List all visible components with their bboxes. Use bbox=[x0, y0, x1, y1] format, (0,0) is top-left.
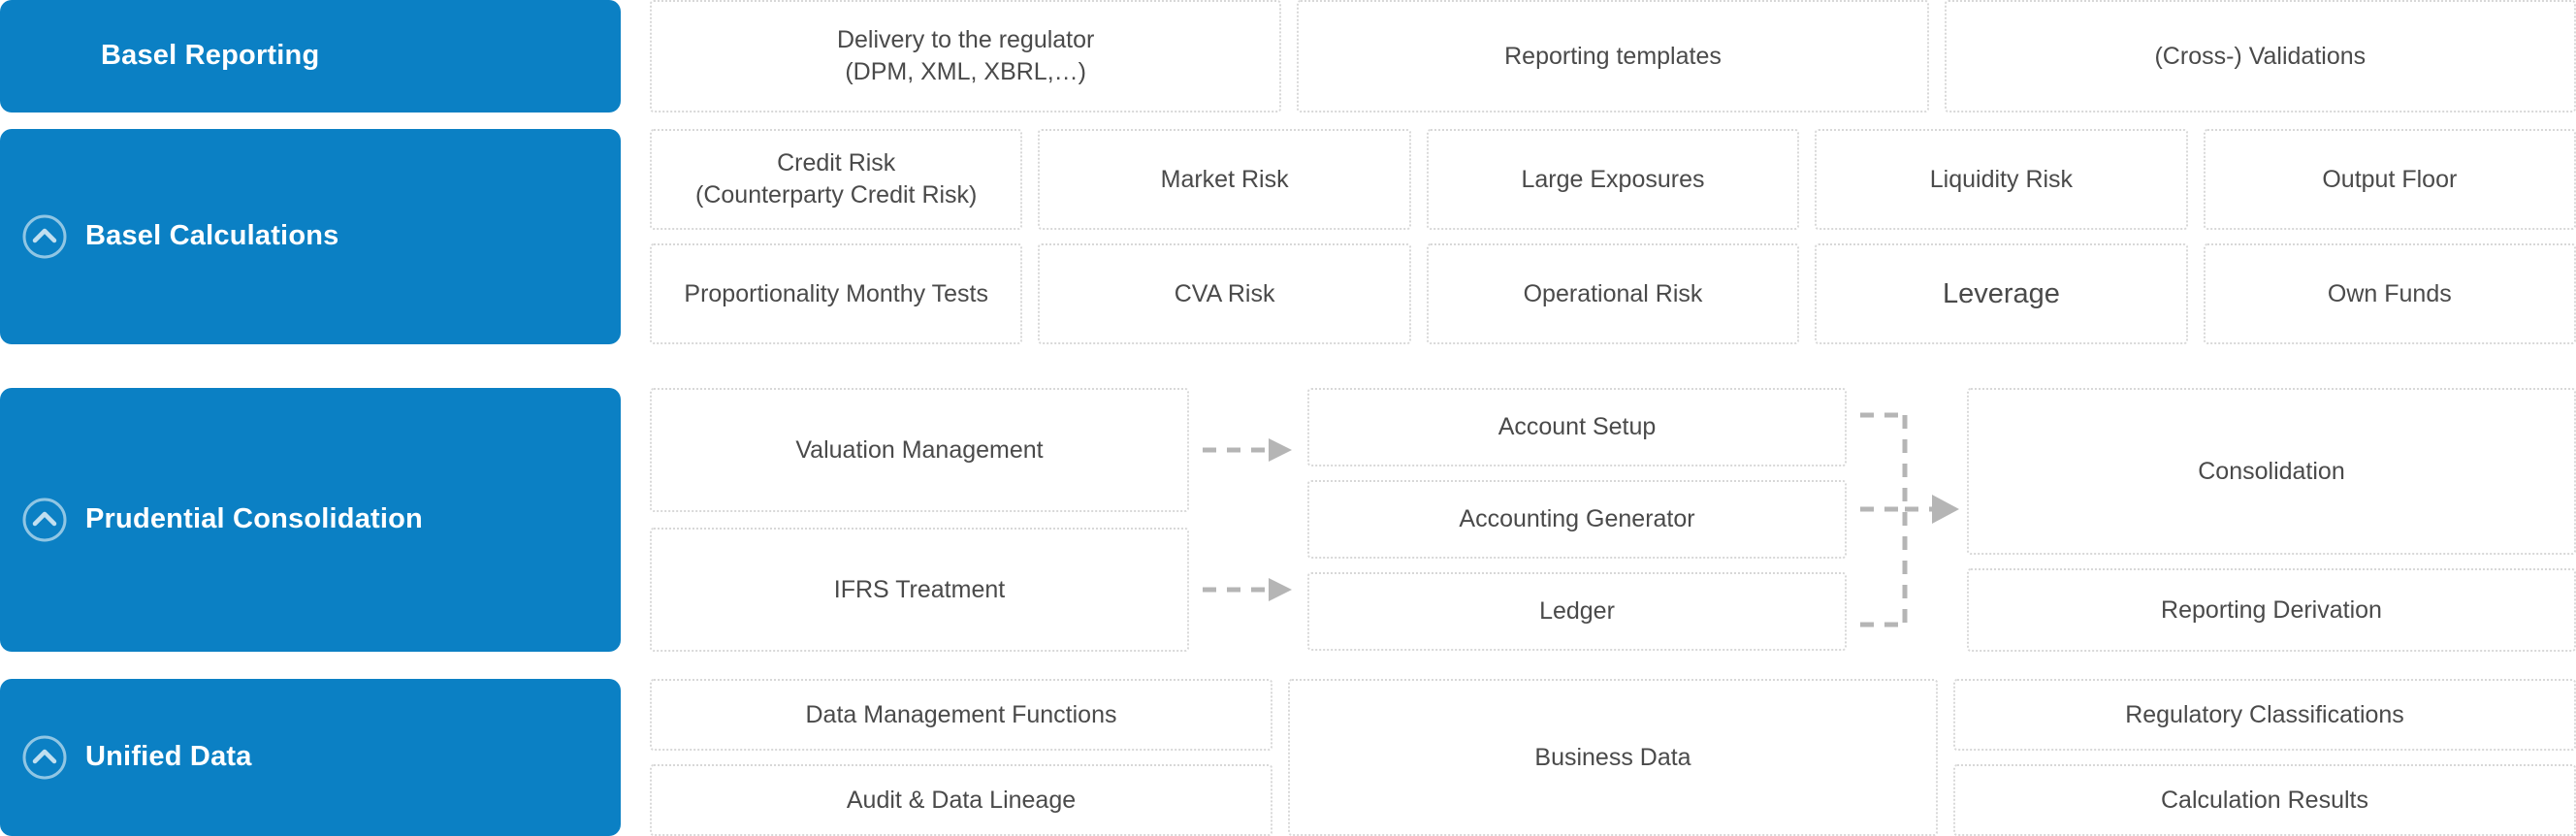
box-label: Account Setup bbox=[1498, 411, 1657, 443]
box-accounting-generator[interactable]: Accounting Generator bbox=[1307, 480, 1847, 559]
row4-content: Data Management Functions Audit & Data L… bbox=[650, 679, 2576, 836]
category-panel-unified-data[interactable]: Unified Data bbox=[0, 679, 621, 836]
box-label: Regulatory Classifications bbox=[2125, 699, 2404, 731]
box-output-floor[interactable]: Output Floor bbox=[2204, 129, 2576, 230]
prudential-group-outputs: Consolidation Reporting Derivation bbox=[1967, 388, 2576, 652]
box-label: Accounting Generator bbox=[1459, 503, 1694, 535]
box-label: Credit Risk (Counterparty Credit Risk) bbox=[695, 147, 977, 211]
box-label: Proportionality Monthy Tests bbox=[684, 278, 988, 310]
box-large-exposures[interactable]: Large Exposures bbox=[1427, 129, 1799, 230]
box-label: Ledger bbox=[1539, 595, 1615, 627]
box-account-setup[interactable]: Account Setup bbox=[1307, 388, 1847, 466]
box-ifrs-treatment[interactable]: IFRS Treatment bbox=[650, 528, 1189, 652]
box-leverage[interactable]: Leverage bbox=[1815, 243, 2187, 344]
box-liquidity-risk[interactable]: Liquidity Risk bbox=[1815, 129, 2187, 230]
box-label: Operational Risk bbox=[1524, 278, 1703, 310]
connector-accounting-to-consolidation bbox=[1847, 388, 1967, 652]
unified-left-column: Data Management Functions Audit & Data L… bbox=[650, 679, 1272, 836]
box-label: Liquidity Risk bbox=[1930, 164, 2073, 196]
row-unified-data: Unified Data Data Management Functions A… bbox=[0, 679, 2576, 836]
box-credit-risk[interactable]: Credit Risk (Counterparty Credit Risk) bbox=[650, 129, 1022, 230]
box-audit-data-lineage[interactable]: Audit & Data Lineage bbox=[650, 764, 1272, 836]
dashed-arrows-left bbox=[1189, 388, 1307, 652]
box-regulatory-classifications[interactable]: Regulatory Classifications bbox=[1953, 679, 2576, 751]
calc-column-5: Output Floor Own Funds bbox=[2204, 129, 2576, 344]
category-panel-basel-reporting[interactable]: Basel Reporting bbox=[0, 0, 621, 113]
box-label: Leverage bbox=[1943, 275, 2060, 312]
box-label: IFRS Treatment bbox=[834, 574, 1005, 606]
box-ledger[interactable]: Ledger bbox=[1307, 572, 1847, 651]
box-label: Reporting templates bbox=[1504, 41, 1722, 73]
category-panel-basel-calculations[interactable]: Basel Calculations bbox=[0, 129, 621, 344]
row1-content: Delivery to the regulator (DPM, XML, XBR… bbox=[650, 0, 2576, 113]
box-label: Calculation Results bbox=[2161, 785, 2368, 817]
chevron-up-circle-icon[interactable] bbox=[21, 497, 68, 543]
row-basel-calculations: Basel Calculations Credit Risk (Counterp… bbox=[0, 129, 2576, 344]
basel-architecture-diagram: Basel Reporting Delivery to the regulato… bbox=[0, 0, 2576, 836]
row-prudential-consolidation: Prudential Consolidation Valuation Manag… bbox=[0, 388, 2576, 652]
box-business-data[interactable]: Business Data bbox=[1288, 679, 1938, 836]
prudential-group-inputs: Valuation Management IFRS Treatment bbox=[650, 388, 1189, 652]
box-market-risk[interactable]: Market Risk bbox=[1038, 129, 1410, 230]
box-label: Data Management Functions bbox=[805, 699, 1116, 731]
chevron-up-circle-icon[interactable] bbox=[21, 213, 68, 260]
box-reporting-derivation[interactable]: Reporting Derivation bbox=[1967, 568, 2576, 652]
box-proportionality-monthy-tests[interactable]: Proportionality Monthy Tests bbox=[650, 243, 1022, 344]
box-label: (Cross-) Validations bbox=[2154, 41, 2366, 73]
calc-column-2: Market Risk CVA Risk bbox=[1038, 129, 1410, 344]
box-operational-risk[interactable]: Operational Risk bbox=[1427, 243, 1799, 344]
dashed-bracket-arrow bbox=[1847, 388, 1967, 652]
unified-right-column: Regulatory Classifications Calculation R… bbox=[1953, 679, 2576, 836]
box-label: Own Funds bbox=[2328, 278, 2452, 310]
box-reporting-templates[interactable]: Reporting templates bbox=[1297, 0, 1928, 113]
chevron-up-circle-icon[interactable] bbox=[21, 734, 68, 781]
box-cross-validations[interactable]: (Cross-) Validations bbox=[1945, 0, 2576, 113]
box-valuation-management[interactable]: Valuation Management bbox=[650, 388, 1189, 512]
category-label: Prudential Consolidation bbox=[85, 504, 423, 535]
box-label: Audit & Data Lineage bbox=[847, 785, 1076, 817]
category-label: Basel Calculations bbox=[85, 221, 338, 252]
box-consolidation[interactable]: Consolidation bbox=[1967, 388, 2576, 555]
category-label: Unified Data bbox=[85, 742, 252, 773]
calc-column-4: Liquidity Risk Leverage bbox=[1815, 129, 2187, 344]
box-own-funds[interactable]: Own Funds bbox=[2204, 243, 2576, 344]
category-panel-prudential-consolidation[interactable]: Prudential Consolidation bbox=[0, 388, 621, 652]
box-calculation-results[interactable]: Calculation Results bbox=[1953, 764, 2576, 836]
box-delivery-to-regulator[interactable]: Delivery to the regulator (DPM, XML, XBR… bbox=[650, 0, 1281, 113]
box-label: Market Risk bbox=[1161, 164, 1289, 196]
prudential-group-accounting: Account Setup Accounting Generator Ledge… bbox=[1307, 388, 1847, 652]
row2-content: Credit Risk (Counterparty Credit Risk) P… bbox=[650, 129, 2576, 344]
box-label: Valuation Management bbox=[795, 434, 1043, 466]
row3-content: Valuation Management IFRS Treatment Acco… bbox=[650, 388, 2576, 652]
row-basel-reporting: Basel Reporting Delivery to the regulato… bbox=[0, 0, 2576, 113]
connector-inputs-to-accounting bbox=[1189, 388, 1307, 652]
category-label: Basel Reporting bbox=[101, 41, 319, 72]
box-label: Large Exposures bbox=[1522, 164, 1705, 196]
calc-column-1: Credit Risk (Counterparty Credit Risk) P… bbox=[650, 129, 1022, 344]
box-label: Output Floor bbox=[2322, 164, 2457, 196]
box-label: Business Data bbox=[1534, 742, 1690, 774]
box-label: Consolidation bbox=[2198, 456, 2345, 488]
calc-column-3: Large Exposures Operational Risk bbox=[1427, 129, 1799, 344]
box-data-management-functions[interactable]: Data Management Functions bbox=[650, 679, 1272, 751]
box-label: Delivery to the regulator (DPM, XML, XBR… bbox=[837, 24, 1094, 88]
box-label: CVA Risk bbox=[1175, 278, 1275, 310]
box-label: Reporting Derivation bbox=[2161, 595, 2382, 627]
box-cva-risk[interactable]: CVA Risk bbox=[1038, 243, 1410, 344]
